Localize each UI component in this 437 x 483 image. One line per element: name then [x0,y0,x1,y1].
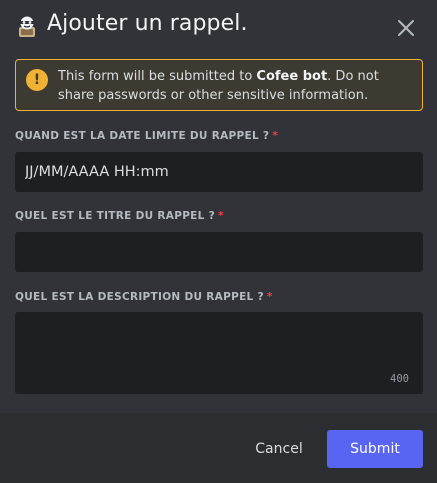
notice-text-before: This form will be submitted to [58,69,257,84]
modal-footer: Cancel Submit [0,413,437,483]
required-mark: * [218,210,224,222]
due-date-label-text: QUAND EST LA DATE LIMITE DU RAPPEL ? [15,130,270,142]
description-label: QUEL EST LA DESCRIPTION DU RAPPEL ? * [15,291,273,303]
notice-bot-name: Cofee bot [256,69,328,84]
warning-icon: ! [26,69,48,91]
title-input[interactable] [15,232,423,272]
description-label-text: QUEL EST LA DESCRIPTION DU RAPPEL ? [15,291,264,303]
required-mark: * [266,291,273,303]
close-icon[interactable] [397,19,415,37]
description-textarea[interactable]: 400 [15,312,423,394]
modal-header: Ajouter un rappel. [0,0,437,56]
modal-title: Ajouter un rappel. [47,11,248,36]
cancel-button[interactable]: Cancel [246,430,312,468]
title-label: QUEL EST LE TITRE DU RAPPEL ? * [15,210,224,222]
submit-button[interactable]: Submit [327,430,423,468]
due-date-label: QUAND EST LA DATE LIMITE DU RAPPEL ? * [15,130,278,142]
warning-notice: ! This form will be submitted to Cofee b… [15,59,423,111]
required-mark: * [272,130,279,142]
char-counter: 400 [390,373,409,385]
title-label-text: QUEL EST LE TITRE DU RAPPEL ? [15,210,215,222]
notice-text: This form will be submitted to Cofee bot… [58,67,416,105]
reminder-modal: Ajouter un rappel. ! This form will be s… [0,0,437,483]
bot-mascot-icon [16,15,38,39]
due-date-input[interactable] [15,152,423,192]
